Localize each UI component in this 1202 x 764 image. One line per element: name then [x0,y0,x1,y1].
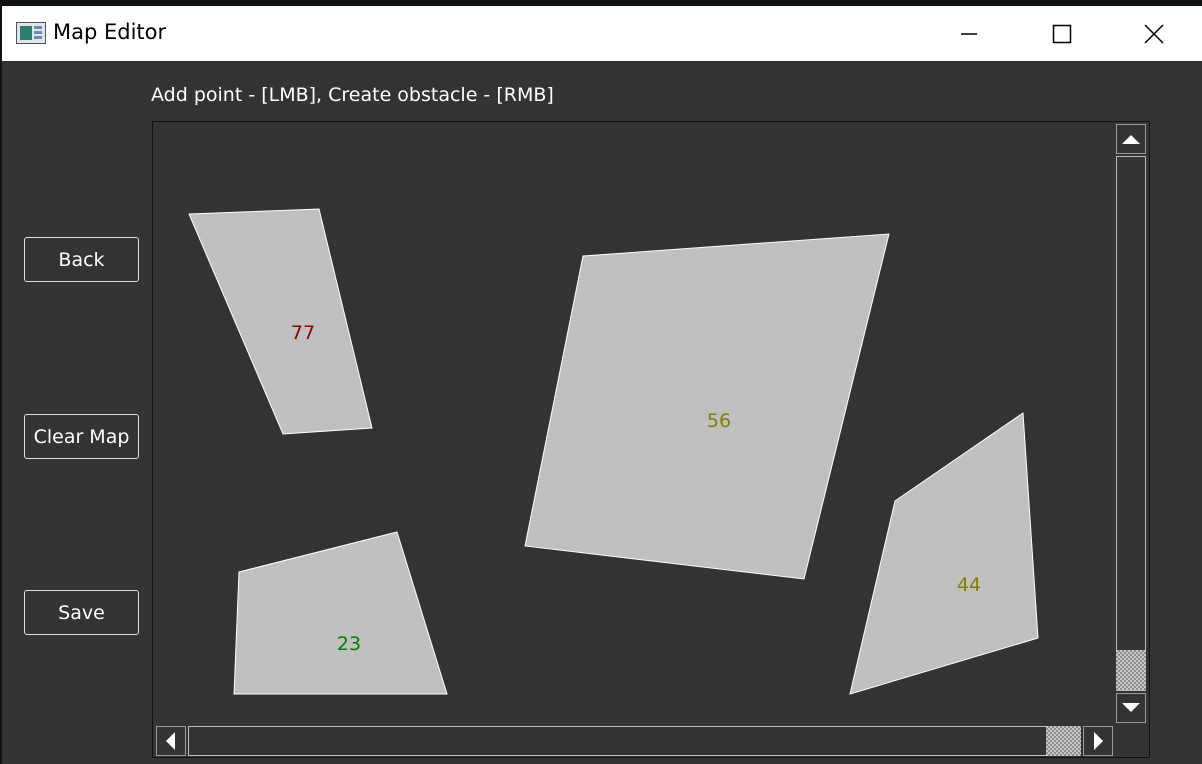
triangle-down-icon [1122,703,1140,712]
scroll-left-button[interactable] [156,726,186,756]
controls-hint: Add point - [LMB], Create obstacle - [RM… [151,84,554,106]
close-icon [1144,23,1164,44]
obstacle-44[interactable]: 44 [849,412,1039,695]
map-canvas[interactable]: 77 56 44 23 [152,121,1150,758]
clear-map-button[interactable]: Clear Map [24,414,139,459]
horizontal-scroll-track[interactable] [188,726,1081,756]
minimize-button[interactable] [946,6,992,61]
obstacle-56[interactable]: 56 [524,233,890,580]
obstacle-label: 56 [707,410,731,432]
save-button[interactable]: Save [24,590,139,635]
map-editor-window: Map Editor Add point - [LMB], Create obs… [2,6,1202,764]
obstacle-23[interactable]: 23 [233,531,448,695]
back-button[interactable]: Back [24,237,139,282]
title-bar: Map Editor [2,6,1202,61]
triangle-left-icon [166,732,175,750]
scroll-down-button[interactable] [1116,693,1146,723]
map-drawing[interactable]: 77 56 44 23 [153,122,1150,758]
minimize-icon [961,32,977,35]
scrollbar-corner [1114,725,1149,757]
triangle-up-icon [1122,135,1140,144]
close-button[interactable] [1131,6,1177,61]
obstacle-label: 77 [291,322,315,344]
app-window-icon [16,22,46,44]
maximize-icon [1052,24,1072,43]
horizontal-scroll-thumb[interactable] [1046,726,1081,756]
obstacle-77[interactable]: 77 [188,208,373,435]
maximize-button[interactable] [1039,6,1085,61]
scroll-up-button[interactable] [1116,124,1146,154]
vertical-scroll-track[interactable] [1116,156,1146,691]
window-title: Map Editor [53,20,167,44]
vertical-scroll-thumb[interactable] [1116,650,1146,690]
obstacle-label: 44 [957,574,981,596]
obstacle-label: 23 [337,633,361,655]
triangle-right-icon [1094,732,1103,750]
scroll-right-button[interactable] [1083,726,1113,756]
